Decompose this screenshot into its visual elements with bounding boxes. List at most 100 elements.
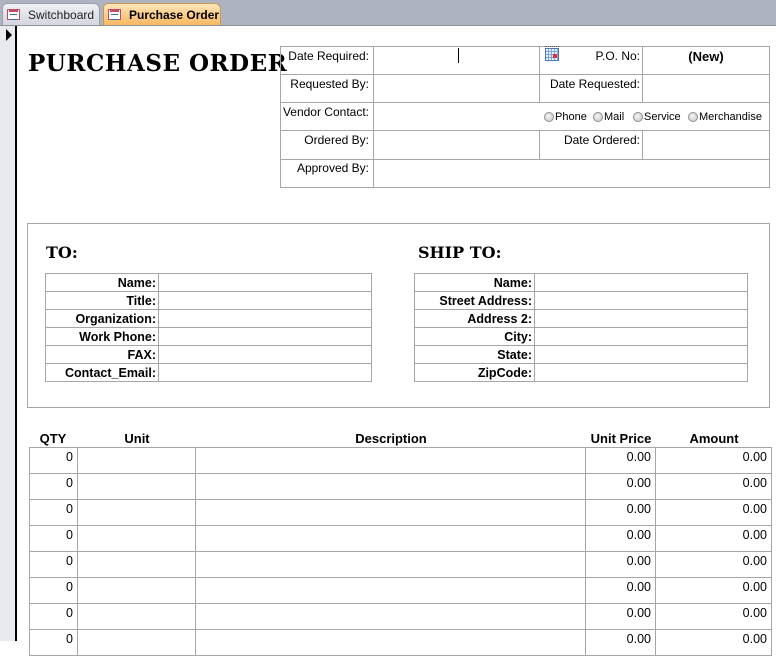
- current-record-arrow-icon: [6, 29, 12, 41]
- amount-input[interactable]: 0.00: [655, 551, 772, 578]
- qty-input[interactable]: 0: [29, 499, 78, 526]
- radio-button-icon: [633, 112, 643, 122]
- description-input[interactable]: [195, 447, 586, 474]
- unit-input[interactable]: [77, 603, 196, 630]
- qty-input[interactable]: 0: [29, 603, 78, 630]
- description-input[interactable]: [195, 499, 586, 526]
- description-input[interactable]: [195, 551, 586, 578]
- unit-input[interactable]: [77, 629, 196, 656]
- vendor-contact-label: Vendor Contact:: [282, 105, 369, 119]
- description-input[interactable]: [195, 629, 586, 656]
- qty-input[interactable]: 0: [29, 525, 78, 552]
- record-selector[interactable]: [0, 26, 17, 641]
- field-label: State:: [414, 345, 535, 364]
- unit-price-input[interactable]: 0.00: [585, 447, 656, 474]
- tab-purchase-order[interactable]: Purchase Order: [103, 3, 221, 25]
- tab-label: Switchboard: [28, 7, 95, 22]
- qty-column-header: QTY: [39, 431, 67, 446]
- tab-switchboard[interactable]: Switchboard: [2, 3, 100, 25]
- address-field-row: City:: [414, 327, 748, 346]
- line-item-row: 0 0.00 0.00: [29, 629, 772, 656]
- form-icon: [108, 9, 121, 20]
- unit-price-input[interactable]: 0.00: [585, 499, 656, 526]
- line-item-row: 0 0.00 0.00: [29, 603, 772, 630]
- order-type-phone-radio[interactable]: Phone: [544, 111, 587, 123]
- text-cursor: [458, 48, 459, 63]
- order-type-merchandise-radio[interactable]: Merchandise: [688, 111, 762, 123]
- address-field-row: Work Phone:: [45, 327, 372, 346]
- field-input[interactable]: [158, 273, 372, 292]
- calendar-picker-icon[interactable]: [545, 46, 559, 61]
- to-fields-table: Name: Title: Organization: Work Phone: FAX: C…: [45, 273, 372, 382]
- unit-input[interactable]: [77, 499, 196, 526]
- address-field-row: State:: [414, 345, 748, 364]
- field-input[interactable]: [158, 345, 372, 364]
- unit-price-input[interactable]: 0.00: [585, 473, 656, 500]
- unit-price-input[interactable]: 0.00: [585, 551, 656, 578]
- field-input[interactable]: [534, 291, 748, 310]
- qty-input[interactable]: 0: [29, 447, 78, 474]
- ship-to-heading: SHIP TO:: [418, 243, 502, 262]
- field-input[interactable]: [534, 309, 748, 328]
- qty-input[interactable]: 0: [29, 473, 78, 500]
- qty-input[interactable]: 0: [29, 629, 78, 656]
- qty-input[interactable]: 0: [29, 551, 78, 578]
- description-column-header: Description: [355, 431, 427, 446]
- amount-input[interactable]: 0.00: [655, 629, 772, 656]
- qty-input[interactable]: 0: [29, 577, 78, 604]
- unit-input[interactable]: [77, 577, 196, 604]
- field-input[interactable]: [534, 363, 748, 382]
- field-input[interactable]: [534, 327, 748, 346]
- field-input[interactable]: [158, 291, 372, 310]
- field-label: FAX:: [45, 345, 159, 364]
- amount-input[interactable]: 0.00: [655, 473, 772, 500]
- requested-by-input[interactable]: [374, 75, 539, 102]
- requested-by-label: Requested By:: [290, 77, 369, 91]
- line-item-row: 0 0.00 0.00: [29, 577, 772, 604]
- divider: [539, 74, 540, 102]
- amount-input[interactable]: 0.00: [655, 525, 772, 552]
- unit-input[interactable]: [77, 447, 196, 474]
- unit-price-input[interactable]: 0.00: [585, 525, 656, 552]
- field-input[interactable]: [534, 345, 748, 364]
- description-input[interactable]: [195, 525, 586, 552]
- line-item-row: 0 0.00 0.00: [29, 551, 772, 578]
- unit-input[interactable]: [77, 525, 196, 552]
- line-item-row: 0 0.00 0.00: [29, 447, 772, 474]
- field-input[interactable]: [158, 363, 372, 382]
- amount-input[interactable]: 0.00: [655, 499, 772, 526]
- vendor-contact-input[interactable]: [374, 103, 539, 130]
- field-input[interactable]: [158, 327, 372, 346]
- address-field-row: Title:: [45, 291, 372, 310]
- date-required-input[interactable]: [374, 47, 539, 74]
- unit-input[interactable]: [77, 551, 196, 578]
- description-input[interactable]: [195, 473, 586, 500]
- divider: [539, 46, 540, 74]
- amount-input[interactable]: 0.00: [655, 603, 772, 630]
- order-type-mail-radio[interactable]: Mail: [593, 111, 624, 123]
- unit-price-input[interactable]: 0.00: [585, 603, 656, 630]
- amount-input[interactable]: 0.00: [655, 577, 772, 604]
- date-requested-input[interactable]: [643, 75, 769, 102]
- radio-button-icon: [544, 112, 554, 122]
- radio-button-icon: [593, 112, 603, 122]
- field-label: Address 2:: [414, 309, 535, 328]
- amount-input[interactable]: 0.00: [655, 447, 772, 474]
- line-items-table: 0 0.00 0.00 0 0.00 0.00 0 0.00 0.00 0 0.00 0.00 0 0.0…: [29, 447, 772, 656]
- description-input[interactable]: [195, 577, 586, 604]
- unit-column-header: Unit: [124, 431, 150, 446]
- ordered-by-input[interactable]: [374, 131, 539, 159]
- ordered-by-label: Ordered By:: [304, 133, 369, 147]
- date-ordered-input[interactable]: [643, 131, 769, 159]
- field-input[interactable]: [158, 309, 372, 328]
- field-input[interactable]: [534, 273, 748, 292]
- unit-input[interactable]: [77, 473, 196, 500]
- line-item-row: 0 0.00 0.00: [29, 473, 772, 500]
- unit-price-input[interactable]: 0.00: [585, 629, 656, 656]
- order-type-service-radio[interactable]: Service: [633, 111, 681, 123]
- address-field-row: ZipCode:: [414, 363, 748, 382]
- description-input[interactable]: [195, 603, 586, 630]
- unit-price-input[interactable]: 0.00: [585, 577, 656, 604]
- approved-by-input[interactable]: [374, 160, 769, 187]
- radio-label: Phone: [555, 111, 587, 123]
